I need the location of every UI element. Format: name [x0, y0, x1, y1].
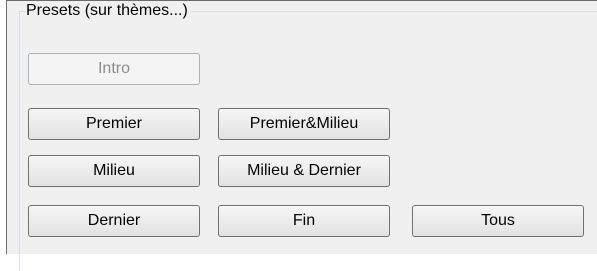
intro-button[interactable]: Intro: [28, 53, 200, 85]
tous-button[interactable]: Tous: [412, 205, 584, 237]
milieu-button[interactable]: Milieu: [28, 155, 200, 187]
presets-panel: Presets (sur thèmes...) Intro Premier Pr…: [6, 0, 597, 271]
premier-milieu-button[interactable]: Premier&Milieu: [218, 108, 390, 140]
presets-groupbox-label: Presets (sur thèmes...): [26, 1, 191, 21]
milieu-dernier-button[interactable]: Milieu & Dernier: [218, 155, 390, 187]
premier-button[interactable]: Premier: [28, 108, 200, 140]
fin-button[interactable]: Fin: [218, 205, 390, 237]
dernier-button[interactable]: Dernier: [28, 205, 200, 237]
